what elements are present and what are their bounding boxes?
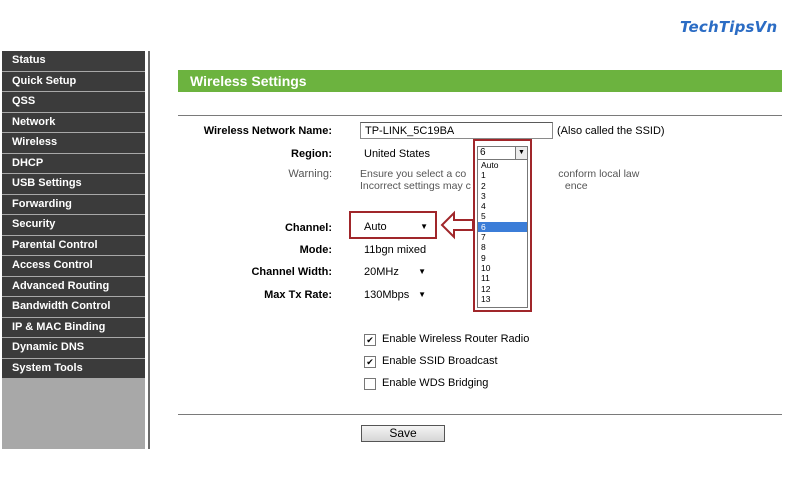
sidebar-divider bbox=[148, 51, 150, 449]
sidebar-item-ip-mac-binding[interactable]: IP & MAC Binding bbox=[2, 317, 145, 337]
max-tx-rate-label: Max Tx Rate: bbox=[264, 289, 332, 301]
mode-value: 11bgn mixed bbox=[364, 244, 427, 256]
sidebar-item-forwarding[interactable]: Forwarding bbox=[2, 194, 145, 214]
channel-option[interactable]: 3 bbox=[478, 191, 527, 201]
sidebar-item-advanced-routing[interactable]: Advanced Routing bbox=[2, 276, 145, 296]
sidebar-menu: Status Quick Setup QSS Network Wireless DHCP U… bbox=[2, 51, 145, 449]
sidebar-item-dhcp[interactable]: DHCP bbox=[2, 153, 145, 173]
channel-option[interactable]: Auto bbox=[478, 160, 527, 170]
sidebar-item-usb-settings[interactable]: USB Settings bbox=[2, 174, 145, 194]
channel-option[interactable]: 2 bbox=[478, 181, 527, 191]
warning-line2: Incorrect settings may c bbox=[360, 180, 471, 192]
channel-select[interactable]: Auto ▼ bbox=[360, 219, 432, 235]
channel-option[interactable]: 11 bbox=[478, 273, 527, 283]
sidebar-item-system-tools[interactable]: System Tools bbox=[2, 358, 145, 378]
save-button[interactable]: Save bbox=[361, 425, 445, 442]
sidebar-item-access-control[interactable]: Access Control bbox=[2, 256, 145, 276]
bottom-rule bbox=[178, 414, 782, 415]
warning-label: Warning: bbox=[288, 168, 332, 180]
chevron-down-icon: ▼ bbox=[418, 267, 426, 276]
sidebar-item-status[interactable]: Status bbox=[2, 51, 145, 71]
channel-label: Channel: bbox=[284, 222, 332, 234]
arrow-left-icon bbox=[440, 210, 474, 240]
max-tx-rate-value: 130Mbps bbox=[364, 289, 410, 301]
sidebar-item-bandwidth-control[interactable]: Bandwidth Control bbox=[2, 297, 145, 317]
ssid-note: (Also called the SSID) bbox=[557, 125, 665, 137]
channel-width-select[interactable]: 20MHz ▼ bbox=[360, 264, 430, 280]
channel-option[interactable]: 5 bbox=[478, 211, 527, 221]
channel-option[interactable]: 12 bbox=[478, 284, 527, 294]
ssid-input[interactable]: TP-LINK_5C19BA bbox=[360, 122, 553, 139]
channel-option[interactable]: 8 bbox=[478, 242, 527, 252]
channel-option[interactable]: 1 bbox=[478, 170, 527, 180]
sidebar-item-wireless[interactable]: Wireless bbox=[2, 133, 145, 153]
sidebar-item-dynamic-dns[interactable]: Dynamic DNS bbox=[2, 338, 145, 358]
chevron-down-icon[interactable]: ▼ bbox=[515, 147, 527, 159]
channel-option[interactable]: 6 bbox=[478, 221, 527, 233]
sidebar-item-security[interactable]: Security bbox=[2, 215, 145, 235]
enable-ssid-broadcast-label: Enable SSID Broadcast bbox=[382, 355, 498, 367]
channel-option[interactable]: 4 bbox=[478, 201, 527, 211]
channel-dropdown-value: 6 bbox=[480, 147, 486, 158]
page-title: Wireless Settings bbox=[178, 70, 782, 92]
warning-line1: Ensure you select a co bbox=[360, 168, 467, 180]
region-label: Region: bbox=[291, 148, 332, 160]
sidebar-item-network[interactable]: Network bbox=[2, 112, 145, 132]
channel-option[interactable]: 13 bbox=[478, 294, 527, 304]
warning-line1-end: conform local law bbox=[558, 168, 640, 180]
enable-wds-label: Enable WDS Bridging bbox=[382, 377, 489, 389]
max-tx-rate-select[interactable]: 130Mbps ▼ bbox=[360, 287, 430, 303]
sidebar-item-qss[interactable]: QSS bbox=[2, 92, 145, 112]
channel-dropdown-select[interactable]: 6 ▼ bbox=[477, 146, 528, 160]
sidebar-item-quick-setup[interactable]: Quick Setup bbox=[2, 71, 145, 91]
sidebar-item-parental-control[interactable]: Parental Control bbox=[2, 235, 145, 255]
mode-label: Mode: bbox=[299, 244, 332, 256]
enable-radio-checkbox[interactable]: ✔ bbox=[364, 334, 376, 346]
watermark-logo: TechTipsVn bbox=[680, 18, 778, 36]
channel-width-label: Channel Width: bbox=[251, 266, 332, 278]
channel-select-value: Auto bbox=[364, 221, 387, 233]
channel-option[interactable]: 9 bbox=[478, 253, 527, 263]
top-rule bbox=[178, 115, 782, 116]
chevron-down-icon: ▼ bbox=[418, 290, 426, 299]
region-select[interactable]: United States bbox=[360, 146, 470, 162]
channel-option[interactable]: 7 bbox=[478, 232, 527, 242]
enable-radio-label: Enable Wireless Router Radio bbox=[382, 333, 530, 345]
enable-wds-checkbox[interactable] bbox=[364, 378, 376, 390]
region-select-value: United States bbox=[364, 148, 431, 160]
warning-line2-end: ence bbox=[564, 180, 588, 192]
chevron-down-icon: ▼ bbox=[420, 222, 428, 231]
ssid-label: Wireless Network Name: bbox=[203, 125, 332, 137]
channel-option[interactable]: 10 bbox=[478, 263, 527, 273]
enable-ssid-broadcast-checkbox[interactable]: ✔ bbox=[364, 356, 376, 368]
channel-width-value: 20MHz bbox=[364, 266, 399, 278]
channel-dropdown-list: Auto 1 2 3 4 5 6 7 8 9 10 11 12 13 bbox=[477, 160, 528, 308]
